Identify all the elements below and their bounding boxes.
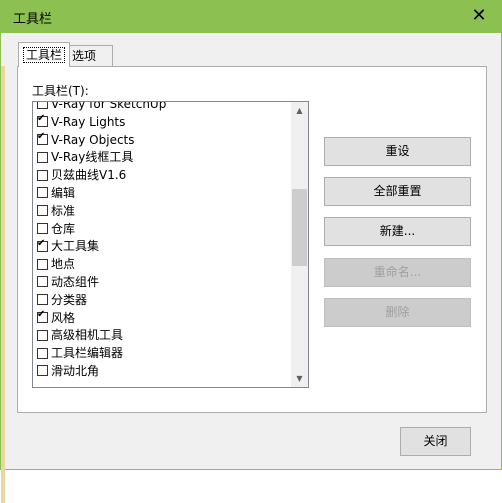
toolbar-item-label: 高级相机工具 [51, 328, 124, 343]
checkbox-checked[interactable] [37, 102, 48, 110]
toolbar-item-label: 标准 [51, 203, 76, 218]
toolbar-list-item[interactable]: 仓库 [33, 221, 291, 239]
tab-toolbar-label: 工具栏 [23, 47, 66, 63]
toolbar-list-item[interactable]: 高级相机工具 [33, 327, 291, 345]
toolbar-list-label: 工具栏(T): [32, 84, 89, 98]
toolbar-item-label: V-Ray for SketchUp [51, 101, 167, 111]
checkbox-checked[interactable] [37, 130, 48, 145]
title-bar[interactable]: 工具栏 ✕ [0, 0, 502, 33]
toolbar-list-item[interactable]: 编辑 [33, 185, 291, 203]
tab-panel: 工具栏(T): V-Ray for SketchUpV-Ray LightsV-… [17, 66, 487, 413]
checkbox-unchecked[interactable] [37, 276, 48, 288]
toolbar-list-item[interactable]: 地点 [33, 256, 291, 274]
toolbar-item-label: 滑动北角 [51, 363, 100, 378]
checkbox-unchecked[interactable] [37, 294, 48, 306]
dialog-body: 工具栏 选项 工具栏(T): V-Ray for SketchUp V-Ray L… [0, 33, 502, 503]
delete-button[interactable]: 删除 [324, 298, 471, 327]
window-title: 工具栏 [13, 12, 53, 27]
toolbar-list-item[interactable]: V-Ray线框工具 [33, 149, 291, 167]
toolbar-list-item[interactable]: 滑动北角 [33, 363, 291, 381]
tab-options-label: 选项 [72, 49, 97, 63]
toolbar-item-label: 大工具集 [51, 239, 100, 254]
background-peek [1, 66, 5, 503]
checkbox-checked[interactable] [37, 237, 48, 252]
toolbar-item-label: 分类器 [51, 292, 88, 307]
checkbox-unchecked[interactable] [37, 169, 48, 181]
toolbar-list-item[interactable]: 分类器 [33, 292, 291, 310]
tab-toolbar[interactable]: 工具栏 [18, 42, 71, 67]
toolbar-item-label: 编辑 [51, 185, 76, 200]
reset-all-button[interactable]: 全部重置 [324, 177, 471, 206]
checkbox-unchecked[interactable] [37, 151, 48, 163]
close-button[interactable]: 关闭 [400, 427, 471, 456]
rename-button[interactable]: 重命名... [324, 258, 471, 287]
checkbox-unchecked[interactable] [37, 347, 48, 359]
scroll-thumb[interactable] [292, 189, 307, 266]
toolbar-list-item[interactable]: 大工具集 [33, 237, 291, 256]
checkbox-unchecked[interactable] [37, 365, 48, 377]
toolbar-item-label: V-Ray线框工具 [51, 150, 134, 165]
checkbox-unchecked[interactable] [37, 205, 48, 217]
toolbar-item-label: 贝兹曲线V1.6 [51, 168, 127, 183]
tab-options[interactable]: 选项 [67, 45, 113, 67]
toolbar-list-item[interactable]: 风格 [33, 308, 291, 328]
toolbar-item-label: V-Ray Lights [51, 114, 126, 129]
toolbar-list-item[interactable]: 工具栏编辑器 [33, 345, 291, 363]
list-scrollbar[interactable]: ▲ ▼ [291, 102, 308, 387]
toolbar-list-item[interactable]: V-Ray Objects [33, 130, 291, 150]
toolbar-item-label: 动态组件 [51, 274, 100, 289]
toolbar-item-label: 风格 [51, 310, 76, 325]
checkbox-checked[interactable] [37, 308, 48, 323]
toolbar-list-items: V-Ray for SketchUp V-Ray Lights V-Ray Obje… [33, 101, 291, 381]
toolbar-list[interactable]: V-Ray for SketchUp V-Ray Lights V-Ray Obje… [32, 101, 309, 388]
checkbox-unchecked[interactable] [37, 222, 48, 234]
reset-button[interactable]: 重设 [324, 137, 471, 166]
checkbox-checked[interactable] [37, 112, 48, 128]
toolbar-item-label: 地点 [51, 257, 76, 272]
checkbox-unchecked[interactable] [37, 329, 48, 341]
new-button[interactable]: 新建... [324, 217, 471, 246]
close-icon[interactable]: ✕ [464, 3, 494, 29]
toolbar-item-label: 仓库 [51, 221, 76, 236]
toolbar-list-item[interactable]: 贝兹曲线V1.6 [33, 167, 291, 185]
toolbar-list-item[interactable]: V-Ray Lights [33, 112, 291, 132]
toolbar-item-label: V-Ray Objects [51, 132, 135, 147]
checkbox-unchecked[interactable] [37, 187, 48, 199]
toolbar-list-item[interactable]: V-Ray for SketchUp [33, 101, 291, 114]
toolbar-item-label: 工具栏编辑器 [51, 346, 124, 361]
scroll-down-arrow-icon[interactable]: ▼ [291, 370, 308, 387]
toolbar-list-item[interactable]: 标准 [33, 203, 291, 221]
checkbox-unchecked[interactable] [37, 258, 48, 270]
toolbar-list-item[interactable]: 动态组件 [33, 274, 291, 292]
scroll-up-arrow-icon[interactable]: ▲ [291, 102, 308, 119]
